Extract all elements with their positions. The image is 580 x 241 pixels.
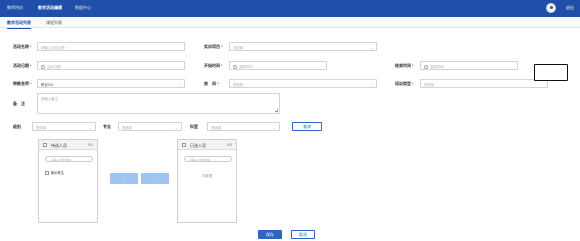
sub-tabs: 教学活动列表 课程列表 <box>0 17 580 29</box>
chevron-down-icon: ⌄ <box>369 45 373 50</box>
empty-state-text: 无数据 <box>202 174 213 178</box>
grade-label: 级别 <box>13 124 21 129</box>
transfer-right-count: 0/0 <box>227 143 232 147</box>
chevron-down-icon: ⌄ <box>369 82 373 87</box>
clock-icon <box>233 65 237 69</box>
start-time-label: 开始时间* <box>204 63 223 68</box>
list-item[interactable]: 演示考生 <box>45 170 64 175</box>
transfer-right-header: 已选人员 0/0 <box>178 140 236 150</box>
nav-item-teacher-training[interactable]: 教师特训 <box>7 5 23 11</box>
chevron-down-icon: ⌄ <box>177 82 181 87</box>
transfer-right-search[interactable]: ⌕ 请输入搜索内容 <box>184 156 232 162</box>
transfer-left-panel: 待选人员 0/1 ⌕ 请输入搜索内容 演示考生 <box>38 139 98 223</box>
date-picker[interactable]: 活动日期 <box>37 61 185 70</box>
activity-name-input[interactable]: 请输入活动名称 <box>37 42 185 51</box>
subject-label: 科室 <box>190 124 198 129</box>
project-label: 实训项目* <box>204 44 223 49</box>
transfer-left-title: 待选人员 <box>51 143 67 148</box>
cancel-button[interactable]: 取消 <box>291 230 315 239</box>
teacher-label: 带教老师* <box>13 81 32 86</box>
remark-label: 备 注 <box>13 101 25 106</box>
avatar[interactable] <box>546 3 556 13</box>
date-label: 活动日期* <box>13 63 32 68</box>
end-time-label: 结束时间* <box>395 63 414 68</box>
logout-link[interactable]: 退出 <box>566 5 574 11</box>
select-all-checkbox[interactable] <box>43 143 47 147</box>
teacher-select[interactable]: 教官001 ⌄ <box>37 79 185 88</box>
transfer-left-header: 待选人员 0/1 <box>39 140 97 150</box>
move-right-button[interactable]: › <box>141 173 169 184</box>
calendar-icon <box>41 65 45 69</box>
transfer-right-panel: 已选人员 0/0 ⌕ 请输入搜索内容 无数据 <box>177 139 237 223</box>
transfer-left-count: 0/1 <box>88 143 93 147</box>
nav-item-teaching-activity[interactable]: 教学活动编辑 <box>38 5 62 11</box>
clock-icon <box>424 65 428 69</box>
move-left-button[interactable]: ‹ <box>110 173 138 184</box>
remark-textarea[interactable]: 请输入备注 <box>37 93 280 114</box>
project-select[interactable]: 请选择 ⌄ <box>229 42 377 51</box>
chevron-down-icon: ⌄ <box>174 125 178 130</box>
chevron-down-icon: ⌄ <box>272 125 276 130</box>
training-type-select[interactable]: 请选择 <box>420 79 548 88</box>
training-type-label: 培训类型* <box>395 81 414 86</box>
floating-overlay-box[interactable] <box>534 64 568 81</box>
chevron-down-icon: ⌄ <box>88 125 92 130</box>
activity-name-label: 活动名称* <box>13 44 32 49</box>
major-select[interactable]: 请选择 ⌄ <box>118 122 182 131</box>
room-label: 房 间* <box>204 81 219 86</box>
tab-course-list[interactable]: 课程列表 <box>46 20 62 26</box>
subject-select[interactable]: 请选择 ⌄ <box>207 122 280 131</box>
transfer-left-search[interactable]: ⌕ 请输入搜索内容 <box>45 156 93 162</box>
major-label: 专业 <box>103 124 111 129</box>
end-time-picker[interactable]: 选择时间 <box>420 61 518 70</box>
save-button[interactable]: 保存 <box>258 230 282 239</box>
transfer-right-title: 已选人员 <box>190 143 206 148</box>
nav-item-data-center[interactable]: 数据中心 <box>75 5 91 11</box>
select-all-checkbox[interactable] <box>182 143 186 147</box>
top-nav-bar: 教师特训 教学活动编辑 数据中心 退出 <box>0 0 580 17</box>
checkbox[interactable] <box>45 171 49 175</box>
start-time-picker[interactable]: 选择时间 <box>229 61 327 70</box>
grade-select[interactable]: 请选择 ⌄ <box>32 122 96 131</box>
tab-activity-list[interactable]: 教学活动列表 <box>7 20 31 29</box>
query-button[interactable]: 查询 <box>292 122 322 131</box>
room-select[interactable]: 请选择 ⌄ <box>229 79 377 88</box>
resize-grip-icon[interactable] <box>275 109 278 112</box>
